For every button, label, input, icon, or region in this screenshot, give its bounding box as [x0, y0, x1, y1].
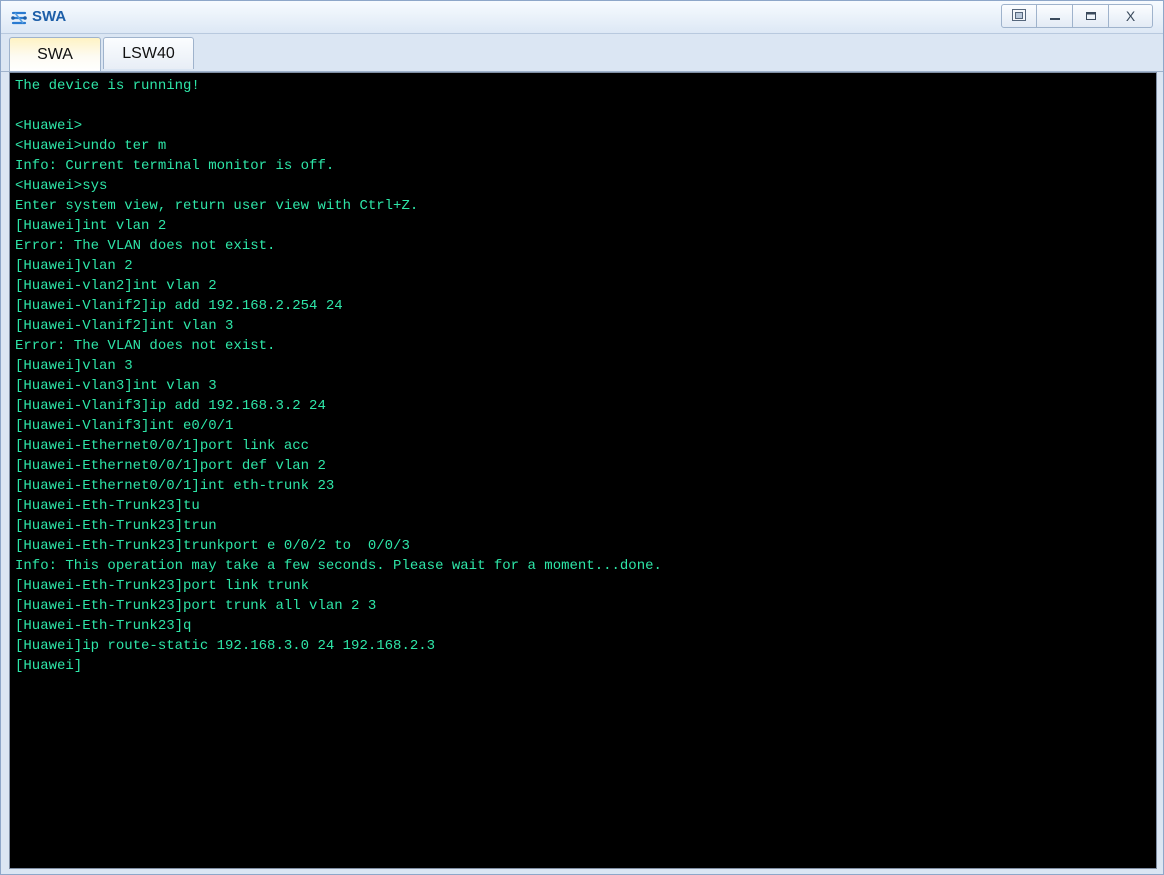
- tab-lsw40[interactable]: LSW40: [103, 37, 194, 69]
- terminal-line: [Huawei-Vlanif2]ip add 192.168.2.254 24: [15, 298, 343, 314]
- terminal-line: [Huawei]vlan 2: [15, 258, 133, 274]
- terminal-window: SWA X SWA LSW40 The device is running! <…: [0, 0, 1164, 875]
- terminal-line: [Huawei-Eth-Trunk23]q: [15, 618, 192, 634]
- window-controls: X: [1001, 4, 1153, 28]
- terminal-line: [Huawei-vlan3]int vlan 3: [15, 378, 217, 394]
- terminal-line: [Huawei-Vlanif3]ip add 192.168.3.2 24: [15, 398, 326, 414]
- network-device-icon: [10, 9, 28, 27]
- terminal-line: The device is running!: [15, 78, 200, 94]
- restore-window-button[interactable]: [1001, 4, 1037, 28]
- terminal-line: [Huawei-Eth-Trunk23]port link trunk: [15, 578, 310, 594]
- tab-bar: SWA LSW40: [1, 34, 1163, 72]
- terminal-line: [Huawei-Eth-Trunk23]trunkport e 0/0/2 to…: [15, 538, 410, 554]
- terminal-line: Error: The VLAN does not exist.: [15, 238, 276, 254]
- minimize-icon: [1049, 7, 1061, 26]
- terminal-line: Error: The VLAN does not exist.: [15, 338, 276, 354]
- terminal-line: [Huawei-Eth-Trunk23]trun: [15, 518, 217, 534]
- tab-swa[interactable]: SWA: [9, 37, 101, 71]
- terminal-line: [Huawei-Vlanif3]int e0/0/1: [15, 418, 234, 434]
- minimize-button[interactable]: [1037, 4, 1073, 28]
- terminal-line: [Huawei-Eth-Trunk23]tu: [15, 498, 200, 514]
- terminal-line: [Huawei]: [15, 658, 83, 674]
- terminal-line: [Huawei-Ethernet0/0/1]int eth-trunk 23: [15, 478, 335, 494]
- terminal-line: [Huawei-Ethernet0/0/1]port link acc: [15, 438, 310, 454]
- terminal-console[interactable]: The device is running! <Huawei> <Huawei>un…: [9, 72, 1157, 869]
- terminal-line: [Huawei]vlan 3: [15, 358, 133, 374]
- maximize-icon: [1085, 7, 1097, 26]
- terminal-line: Enter system view, return user view with…: [15, 198, 419, 214]
- terminal-line: <Huawei>: [15, 118, 83, 134]
- terminal-line: [Huawei]int vlan 2: [15, 218, 167, 234]
- terminal-line: [Huawei-Vlanif2]int vlan 3: [15, 318, 234, 334]
- terminal-line: [Huawei-Eth-Trunk23]port trunk all vlan …: [15, 598, 377, 614]
- terminal-line: Info: This operation may take a few seco…: [15, 558, 662, 574]
- title-bar[interactable]: SWA X: [1, 1, 1163, 34]
- maximize-button[interactable]: [1073, 4, 1109, 28]
- terminal-line: <Huawei>undo ter m: [15, 138, 167, 154]
- terminal-line: <Huawei>sys: [15, 178, 108, 194]
- window-title: SWA: [32, 8, 67, 25]
- close-button[interactable]: X: [1109, 4, 1153, 28]
- close-label: X: [1125, 8, 1136, 24]
- terminal-line: [Huawei]ip route-static 192.168.3.0 24 1…: [15, 638, 436, 654]
- terminal-line: [Huawei-Ethernet0/0/1]port def vlan 2: [15, 458, 326, 474]
- restore-window-icon: [1011, 7, 1027, 26]
- terminal-line: [Huawei-vlan2]int vlan 2: [15, 278, 217, 294]
- terminal-line: Info: Current terminal monitor is off.: [15, 158, 335, 174]
